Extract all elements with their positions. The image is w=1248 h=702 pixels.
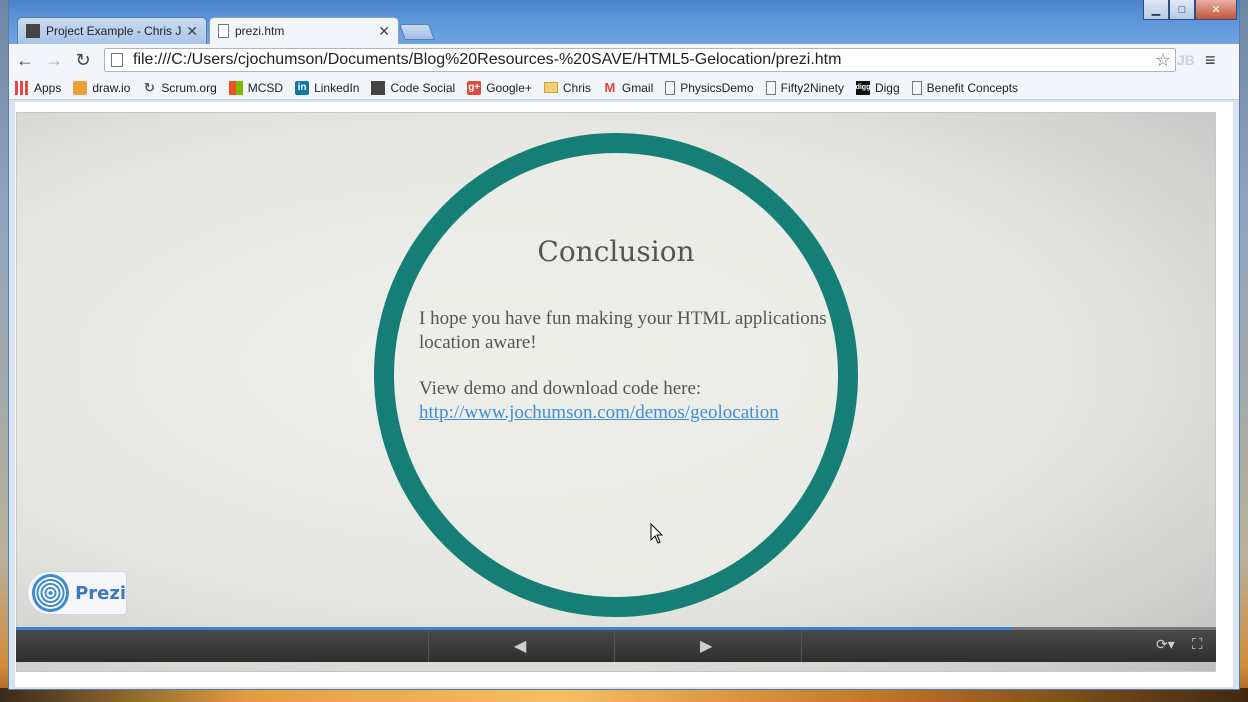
forward-arrow-icon[interactable]: → — [42, 49, 66, 71]
bookmark-digg[interactable]: digg Digg — [856, 80, 900, 95]
divider — [801, 630, 802, 662]
bookmark-code-social[interactable]: Code Social — [371, 80, 456, 95]
bookmark-label: draw.io — [92, 80, 131, 95]
bookmark-star-icon[interactable]: ☆ — [1151, 50, 1175, 71]
close-tab-icon[interactable]: ✕ — [186, 23, 198, 40]
slide-paragraph: I hope you have fun making your HTML app… — [419, 308, 827, 353]
googleplus-icon: g+ — [467, 80, 482, 95]
tab-favicon-icon — [26, 24, 40, 38]
previous-step-arrow-icon[interactable]: ◀ — [514, 636, 526, 656]
bookmark-benefit-concepts[interactable]: Benefit Concepts — [911, 80, 1019, 95]
bookmark-label: LinkedIn — [314, 80, 360, 95]
bookmark-label: MCSD — [247, 80, 284, 95]
demo-link[interactable]: http://www.jochumson.com/demos/geolocati… — [419, 402, 779, 423]
bookmark-physicsdemo[interactable]: PhysicsDemo — [665, 80, 754, 95]
tab-title: prezi.htm — [235, 24, 285, 38]
bookmark-apps[interactable]: Apps — [15, 80, 62, 95]
bookmark-label: Apps — [34, 80, 62, 95]
slide-demo-text: View demo and download code here: — [419, 378, 702, 399]
page-icon — [765, 80, 776, 95]
bookmark-scrum[interactable]: ↻ Scrum.org — [142, 79, 217, 95]
bookmark-label: Scrum.org — [161, 80, 217, 95]
browser-window: ▁ □ ✕ Project Example - Chris Jochumson … — [8, 0, 1240, 690]
bookmark-drawio[interactable]: draw.io — [73, 80, 131, 95]
prezi-logo-icon — [32, 574, 70, 612]
address-bar[interactable]: file:///C:/Users/cjochumson/Documents/Bl… — [104, 48, 1176, 72]
bookmark-label: PhysicsDemo — [680, 80, 754, 95]
gmail-icon: M — [604, 80, 616, 95]
bookmark-chris[interactable]: Chris — [543, 80, 591, 95]
prezi-presentation[interactable]: Conclusion I hope you have fun making yo… — [16, 112, 1216, 672]
slide-title: Conclusion — [537, 235, 695, 268]
toolbar: ← → ↻ file:///C:/Users/cjochumson/Docume… — [9, 44, 1239, 76]
bookmark-label: Code Social — [390, 80, 456, 95]
divider — [614, 630, 615, 662]
page-viewport: Conclusion I hope you have fun making yo… — [15, 102, 1233, 687]
apps-grid-icon — [15, 80, 29, 95]
close-tab-icon[interactable]: ✕ — [378, 23, 390, 40]
microsoft-icon — [228, 80, 243, 95]
bookmark-label: Fifty2Ninety — [780, 80, 844, 95]
slide-body: I hope you have fun making your HTML app… — [419, 307, 849, 425]
bookmark-label: Digg — [874, 80, 900, 95]
page-icon — [111, 53, 123, 67]
autoplay-icon[interactable]: ⟳▾ — [1156, 636, 1175, 653]
digg-icon: digg — [856, 80, 870, 95]
bookmark-label: Gmail — [621, 80, 654, 95]
bookmark-fifty2ninety[interactable]: Fifty2Ninety — [765, 80, 844, 95]
drawio-icon — [73, 80, 88, 95]
scrum-icon: ↻ — [143, 79, 155, 95]
prezi-control-bar: ◀ ▶ ⟳▾ ⛶ — [16, 630, 1216, 662]
prezi-logo[interactable]: Prezi — [27, 571, 127, 615]
folder-icon — [543, 82, 558, 93]
close-window-button[interactable]: ✕ — [1195, 0, 1237, 20]
prezi-logo-text: Prezi — [75, 582, 126, 604]
bookmark-label: Google+ — [486, 80, 532, 95]
mouse-cursor-icon — [650, 523, 664, 544]
tab-title: Project Example - Chris Jochumson — [46, 24, 182, 38]
extension-icon[interactable]: JB — [1177, 52, 1195, 68]
linkedin-icon: in — [295, 80, 310, 95]
bookmark-gmail[interactable]: M Gmail — [603, 80, 654, 95]
reload-icon[interactable]: ↻ — [71, 49, 95, 71]
bookmark-googleplus[interactable]: g+ Google+ — [467, 80, 532, 95]
maximize-button[interactable]: □ — [1169, 0, 1195, 20]
menu-icon[interactable]: ≡ — [1205, 51, 1216, 69]
back-arrow-icon[interactable]: ← — [13, 49, 37, 71]
fullscreen-icon[interactable]: ⛶ — [1192, 636, 1203, 653]
url-text[interactable]: file:///C:/Users/cjochumson/Documents/Bl… — [133, 51, 1151, 69]
page-icon — [665, 80, 676, 95]
bookmark-mcsd[interactable]: MCSD — [228, 80, 284, 95]
tab-prezi[interactable]: prezi.htm ✕ — [209, 17, 399, 44]
bookmark-label: Benefit Concepts — [926, 80, 1019, 95]
bookmark-label: Chris — [562, 80, 591, 95]
bookmark-linkedin[interactable]: in LinkedIn — [295, 80, 360, 95]
desktop-background — [0, 688, 1248, 702]
title-bar: ▁ □ ✕ Project Example - Chris Jochumson … — [9, 0, 1239, 44]
page-icon — [218, 24, 229, 38]
tab-project-example[interactable]: Project Example - Chris Jochumson ✕ — [17, 17, 207, 44]
next-step-arrow-icon[interactable]: ▶ — [700, 636, 712, 656]
page-icon — [911, 80, 922, 95]
window-controls: ▁ □ ✕ — [1143, 0, 1237, 20]
bookmarks-bar: Apps draw.io ↻ Scrum.org MCSD in LinkedI… — [9, 76, 1239, 100]
minimize-button[interactable]: ▁ — [1143, 0, 1169, 20]
code-social-icon — [371, 80, 386, 95]
new-tab-button[interactable] — [399, 24, 435, 40]
divider — [428, 630, 429, 662]
